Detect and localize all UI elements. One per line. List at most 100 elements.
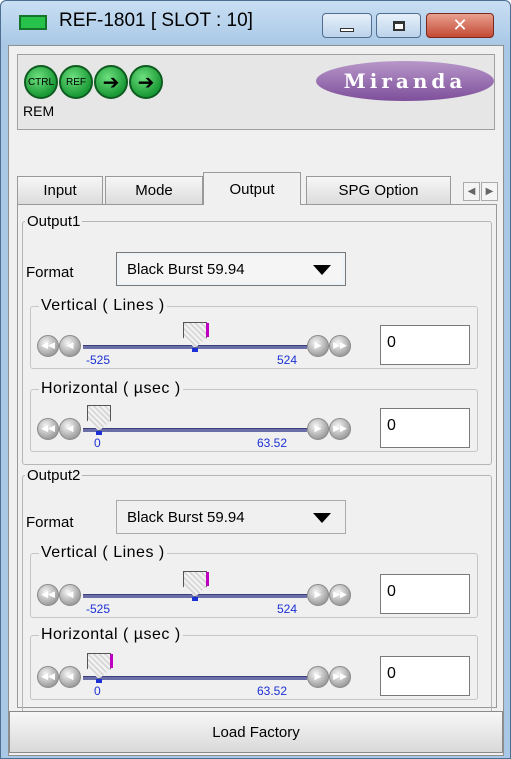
tab-label: Output xyxy=(229,180,275,198)
horizontal-value-input[interactable]: 0 xyxy=(380,656,470,696)
step-forward-button[interactable]: ▶ xyxy=(307,584,329,606)
double-left-icon: ◀◀ xyxy=(41,672,55,682)
slider-position-dot xyxy=(192,348,198,352)
horizontal-min-label: 0 xyxy=(94,684,101,698)
fast-rewind-button[interactable]: ◀◀ xyxy=(37,666,59,688)
arrow-right-icon: ➔ xyxy=(137,70,155,94)
format-label: Format xyxy=(26,514,74,531)
arrow-right-icon: ➔ xyxy=(102,70,120,94)
rem-label: REM xyxy=(23,103,55,119)
close-button[interactable]: ✕ xyxy=(426,13,494,38)
tab-label: Mode xyxy=(135,182,173,199)
fast-forward-button[interactable]: ▶▶ xyxy=(329,584,351,606)
horizontal-min-label: 0 xyxy=(94,436,101,450)
app-window: REF-1801 [ SLOT : 10] ✕ CTRL REF ➔ ➔ REM… xyxy=(0,0,511,759)
right-icon: ▶ xyxy=(314,590,322,600)
left-icon: ◀ xyxy=(66,590,74,600)
window-title: REF-1801 [ SLOT : 10] xyxy=(59,10,253,31)
vertical-min-label: -525 xyxy=(86,602,111,616)
right-icon: ▶ xyxy=(314,672,322,682)
chevron-down-icon xyxy=(313,513,331,523)
output2-status-led[interactable]: ➔ xyxy=(129,65,163,99)
tab-input[interactable]: Input xyxy=(17,176,103,204)
minimize-icon xyxy=(340,27,354,32)
maximize-icon xyxy=(392,20,405,31)
vertical-value-input[interactable]: 0 xyxy=(380,325,470,365)
tab-output[interactable]: Output xyxy=(203,172,301,205)
horizontal-slider-track[interactable] xyxy=(83,428,307,432)
double-right-icon: ▶▶ xyxy=(333,590,347,600)
output1-group: Output1 Format Black Burst 59.94 Vertica… xyxy=(22,213,492,465)
left-icon: ◀ xyxy=(66,424,74,434)
vertical-legend: Vertical ( Lines ) xyxy=(41,544,165,561)
output2-format-select[interactable]: Black Burst 59.94 xyxy=(116,500,346,534)
horizontal-max-label: 63.52 xyxy=(257,436,288,450)
tab-scroll-left-button[interactable]: ◀ xyxy=(463,182,480,201)
vertical-max-label: 524 xyxy=(277,602,298,616)
fast-rewind-button[interactable]: ◀◀ xyxy=(37,335,59,357)
ref-status-led[interactable]: REF xyxy=(59,65,93,99)
double-right-icon: ▶▶ xyxy=(333,341,347,351)
maximize-button[interactable] xyxy=(376,13,421,38)
step-back-button[interactable]: ◀ xyxy=(59,418,81,440)
slider-position-dot xyxy=(192,597,198,601)
output-tab-panel: Output1 Format Black Burst 59.94 Vertica… xyxy=(17,204,497,719)
horizontal-legend: Horizontal ( µsec ) xyxy=(41,380,181,397)
tab-spg-option[interactable]: SPG Option xyxy=(306,176,451,204)
output1-vertical-group: Vertical ( Lines ) ◀◀ ◀ -525 524 ▶ ▶▶ 0 xyxy=(30,297,478,369)
tab-mode[interactable]: Mode xyxy=(105,176,203,204)
title-bar: REF-1801 [ SLOT : 10] ✕ xyxy=(1,1,510,45)
tab-label: SPG Option xyxy=(338,182,419,199)
double-left-icon: ◀◀ xyxy=(41,424,55,434)
tab-scroll-right-button[interactable]: ▶ xyxy=(481,182,498,201)
tab-label: Input xyxy=(43,182,77,199)
horizontal-slider-track[interactable] xyxy=(83,676,307,680)
vertical-min-label: -525 xyxy=(86,353,111,367)
output2-vertical-group: Vertical ( Lines ) ◀◀ ◀ -525 524 ▶ ▶▶ 0 xyxy=(30,544,478,618)
right-icon: ▶ xyxy=(314,341,322,351)
load-factory-button[interactable]: Load Factory xyxy=(9,711,503,753)
fast-forward-button[interactable]: ▶▶ xyxy=(329,418,351,440)
chevron-right-icon: ▶ xyxy=(485,186,494,197)
fast-rewind-button[interactable]: ◀◀ xyxy=(37,418,59,440)
ctrl-led-label: CTRL xyxy=(27,76,55,88)
step-forward-button[interactable]: ▶ xyxy=(307,418,329,440)
slider-position-dot xyxy=(96,679,102,683)
format-value: Black Burst 59.94 xyxy=(127,508,245,526)
chevron-left-icon: ◀ xyxy=(467,186,476,197)
output2-legend: Output2 xyxy=(27,467,81,484)
right-icon: ▶ xyxy=(314,424,322,434)
ctrl-status-led[interactable]: CTRL xyxy=(24,65,58,99)
chevron-down-icon xyxy=(313,265,331,275)
miranda-logo: Miranda xyxy=(316,61,494,101)
horizontal-value-input[interactable]: 0 xyxy=(380,408,470,448)
slider-marker xyxy=(206,323,209,337)
minimize-button[interactable] xyxy=(322,13,372,38)
ref-led-label: REF xyxy=(66,76,86,88)
step-back-button[interactable]: ◀ xyxy=(59,584,81,606)
step-forward-button[interactable]: ▶ xyxy=(307,666,329,688)
step-back-button[interactable]: ◀ xyxy=(59,335,81,357)
close-icon: ✕ xyxy=(452,15,468,36)
slider-marker xyxy=(206,572,209,586)
slider-position-dot xyxy=(96,431,102,435)
output1-horizontal-group: Horizontal ( µsec ) ◀◀ ◀ 0 63.52 ▶ ▶▶ 0 xyxy=(30,380,478,452)
output1-format-select[interactable]: Black Burst 59.94 xyxy=(116,252,346,286)
format-label: Format xyxy=(26,264,74,281)
vertical-value-input[interactable]: 0 xyxy=(380,574,470,614)
output1-status-led[interactable]: ➔ xyxy=(94,65,128,99)
fast-rewind-button[interactable]: ◀◀ xyxy=(37,584,59,606)
double-left-icon: ◀◀ xyxy=(41,341,55,351)
output2-horizontal-group: Horizontal ( µsec ) ◀◀ ◀ 0 63.52 ▶ ▶▶ 0 xyxy=(30,626,478,700)
vertical-max-label: 524 xyxy=(277,353,298,367)
double-left-icon: ◀◀ xyxy=(41,590,55,600)
fast-forward-button[interactable]: ▶▶ xyxy=(329,666,351,688)
double-right-icon: ▶▶ xyxy=(333,424,347,434)
step-back-button[interactable]: ◀ xyxy=(59,666,81,688)
fast-forward-button[interactable]: ▶▶ xyxy=(329,335,351,357)
load-factory-label: Load Factory xyxy=(212,723,300,741)
step-forward-button[interactable]: ▶ xyxy=(307,335,329,357)
left-icon: ◀ xyxy=(66,341,74,351)
output1-legend: Output1 xyxy=(27,213,81,230)
logo-text: Miranda xyxy=(343,69,467,93)
